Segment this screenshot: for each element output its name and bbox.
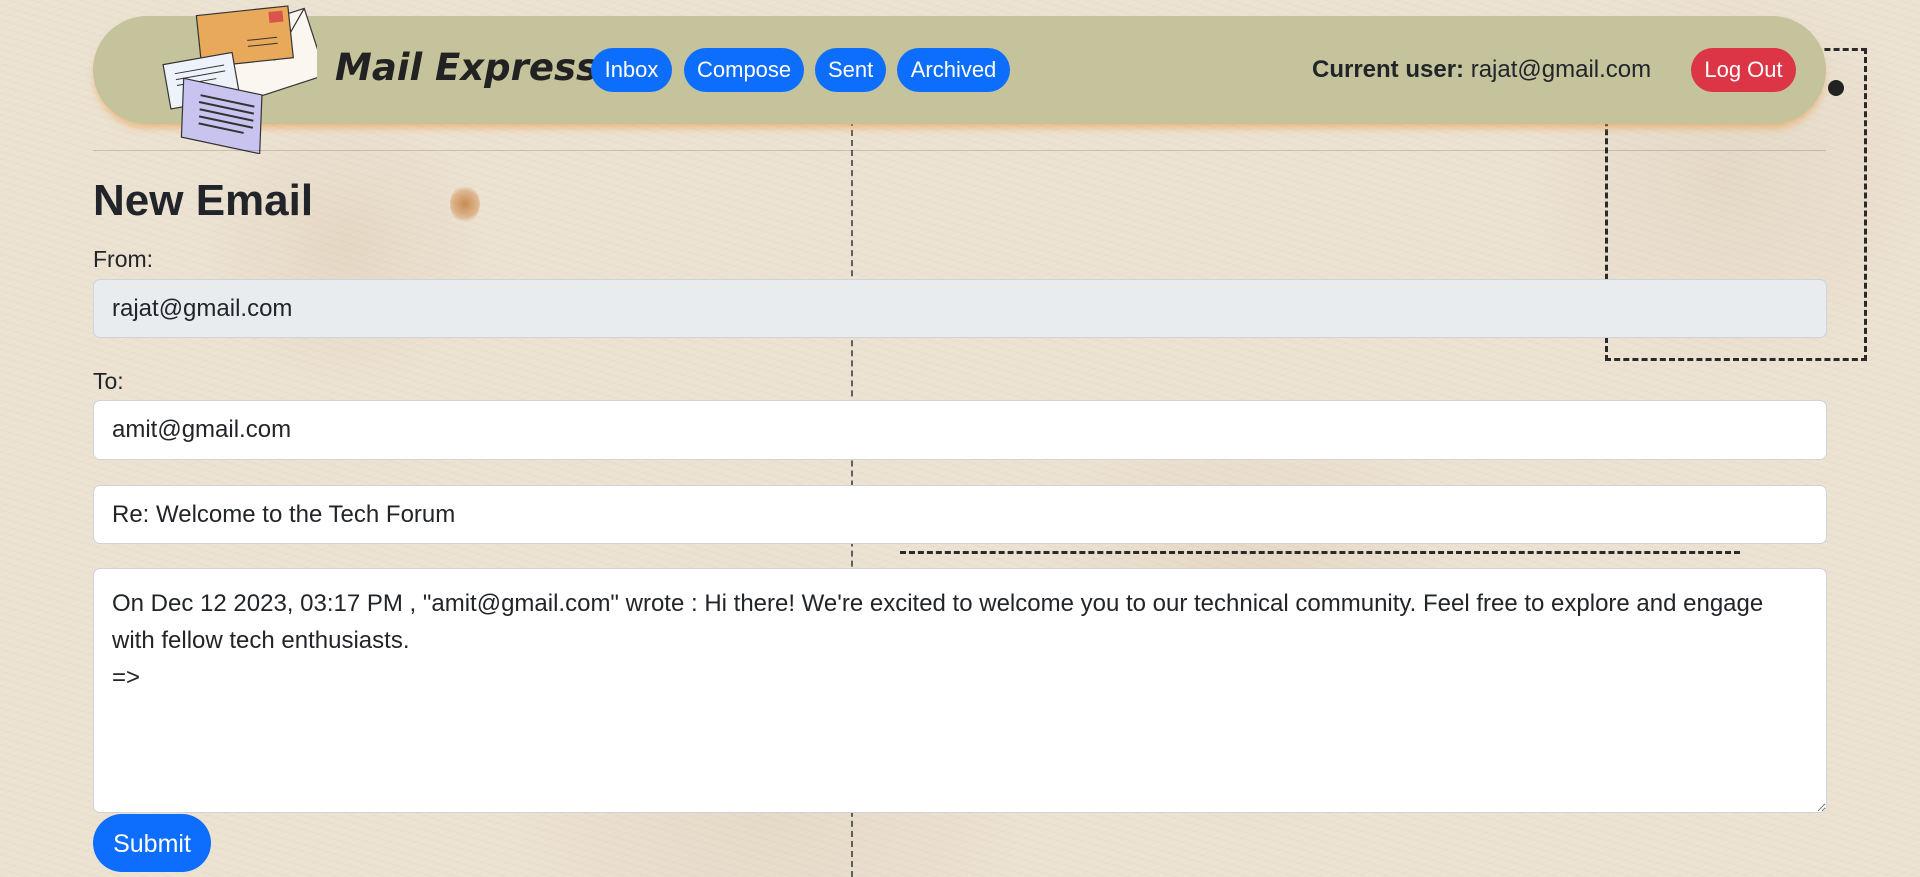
background-ink-blot (1828, 80, 1844, 96)
from-label: From: (93, 246, 154, 272)
to-label: To: (93, 368, 124, 394)
to-field[interactable] (93, 400, 1827, 460)
current-user: Current user: rajat@gmail.com (1312, 56, 1651, 84)
logout-button[interactable]: Log Out (1691, 48, 1796, 92)
submit-button[interactable]: Submit (93, 814, 211, 872)
current-user-email: rajat@gmail.com (1470, 56, 1652, 83)
background-dashed-line (900, 551, 1740, 554)
subject-field[interactable] (93, 485, 1827, 544)
nav-compose-button[interactable]: Compose (684, 48, 804, 92)
body-textarea[interactable]: On Dec 12 2023, 03:17 PM , "amit@gmail.c… (93, 568, 1827, 813)
background-stain (450, 185, 480, 223)
current-user-label: Current user: (1312, 56, 1465, 83)
navbar: Mail Express Inbox Compose Sent Archived… (93, 5, 1826, 154)
brand-title: Mail Express (335, 46, 599, 89)
divider (93, 150, 1826, 151)
nav-archived-button[interactable]: Archived (897, 48, 1010, 92)
from-field[interactable] (93, 279, 1827, 338)
nav-inbox-button[interactable]: Inbox (591, 48, 672, 92)
envelopes-logo-icon (162, 5, 317, 154)
page-title: New Email (93, 176, 314, 225)
nav-sent-button[interactable]: Sent (815, 48, 886, 92)
